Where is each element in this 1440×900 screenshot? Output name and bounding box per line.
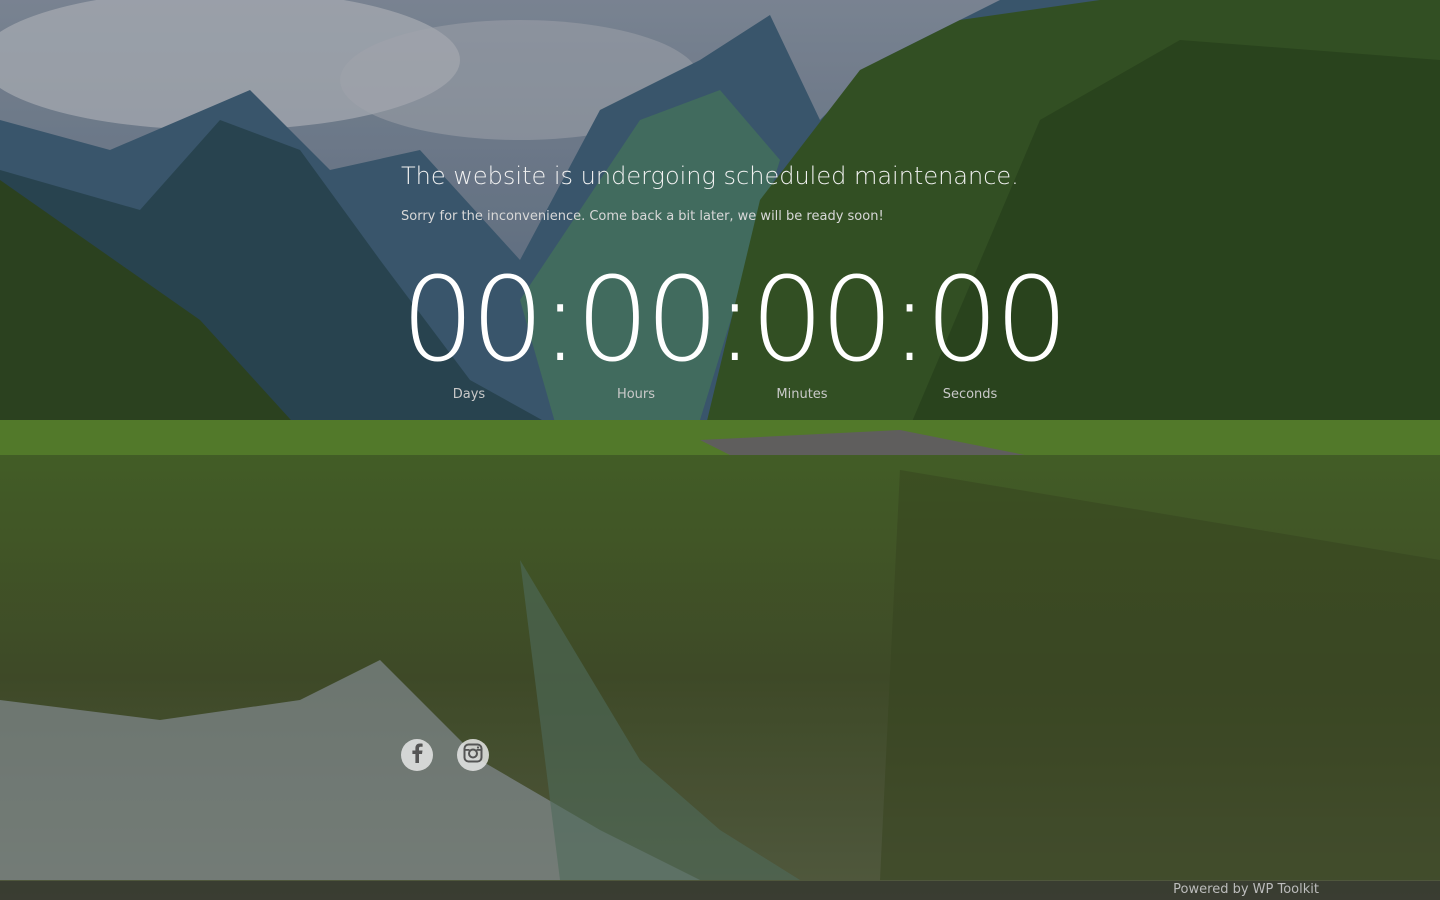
instagram-icon [463, 743, 483, 767]
footer-bar: Powered by WP Toolkit [0, 881, 1440, 900]
countdown-label-seconds: Seconds [942, 387, 998, 402]
instagram-button[interactable] [457, 739, 489, 771]
page-title: The website is undergoing scheduled main… [401, 162, 1019, 190]
dark-overlay [0, 0, 1440, 900]
page-subtitle: Sorry for the inconvenience. Come back a… [401, 209, 884, 224]
powered-by-prefix: Powered by [1173, 882, 1249, 897]
countdown-label-hours: Hours [616, 387, 656, 402]
countdown-digits: 00:00:00:00 [401, 253, 1069, 388]
facebook-icon [409, 743, 425, 767]
wp-toolkit-link[interactable]: WP Toolkit [1253, 882, 1319, 897]
countdown-label-minutes: Minutes [776, 387, 828, 402]
countdown-timer: 00:00:00:00 Days Hours Minutes Seconds [401, 256, 1081, 416]
facebook-button[interactable] [401, 739, 433, 771]
powered-by: Powered by WP Toolkit [1173, 882, 1319, 897]
countdown-label-days: Days [452, 387, 486, 402]
maintenance-message: The website is undergoing scheduled main… [401, 158, 1061, 226]
social-links [401, 739, 489, 771]
